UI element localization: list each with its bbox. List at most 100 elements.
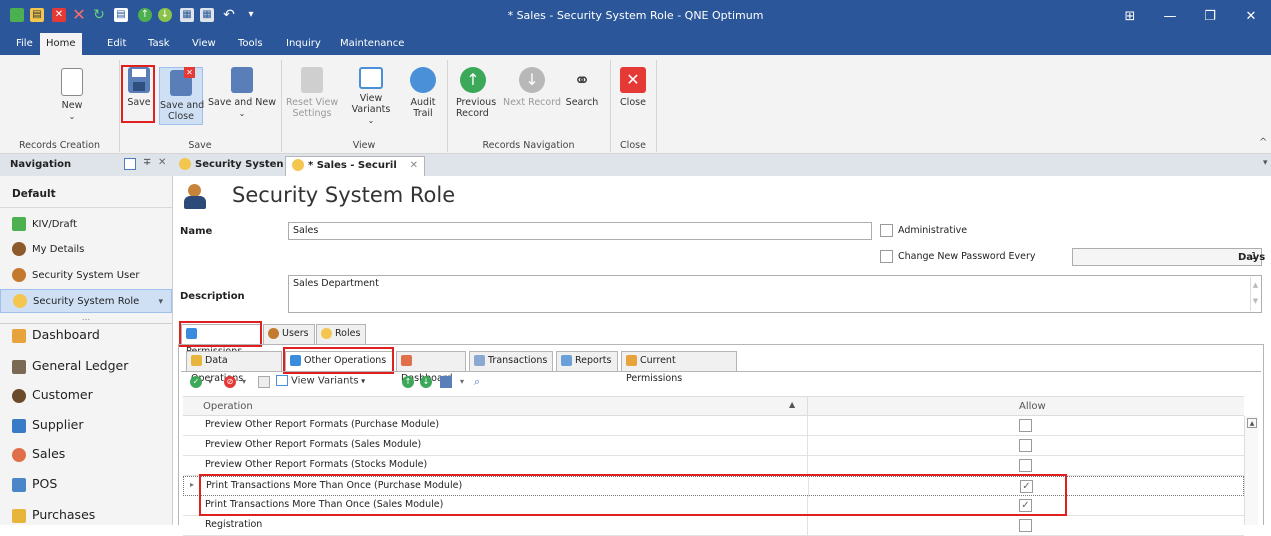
ribbon: New ⌄ Save ✕ Save and Close Save and New ⌄… <box>0 55 1271 154</box>
nav-item-label: KIV/Draft <box>32 219 77 230</box>
maximize-icon[interactable]: ❐ <box>1190 0 1230 33</box>
pin-icon[interactable]: ∓ <box>143 157 151 168</box>
audit-trail-label: Audit Trail <box>410 97 436 119</box>
window-title: * Sales - Security System Role - QNE Opt… <box>507 9 764 22</box>
tab-tools[interactable]: Tools <box>232 33 269 55</box>
deselect-dropdown-icon[interactable]: ▾ <box>242 377 246 386</box>
close-icon[interactable]: ✕ <box>1231 0 1271 33</box>
nav-item-security-system-role[interactable]: Security System Role ▾ <box>0 289 172 313</box>
change-password-checkbox[interactable] <box>880 250 893 263</box>
view-variants-button[interactable]: View Variants ⌄ <box>340 67 402 126</box>
subtab-current-permissions[interactable]: Current Permissions <box>621 351 737 384</box>
nav-module-pos[interactable]: POS <box>0 476 172 492</box>
subtab-data-operations[interactable]: Data Operations <box>186 351 282 384</box>
tab-task[interactable]: Task <box>142 33 176 55</box>
save-new-icon <box>231 67 253 93</box>
table-row[interactable]: Registration <box>183 516 1244 536</box>
nav-splitter[interactable]: ... <box>0 313 172 323</box>
role-icon <box>292 159 304 171</box>
dashboard-icon <box>401 355 412 366</box>
operation-cell: Preview Other Report Formats (Purchase M… <box>205 419 440 430</box>
menu-bar: File Home Edit Task View Tools Inquiry M… <box>0 33 1271 55</box>
tab-roles[interactable]: Roles <box>316 324 366 344</box>
nav-module-supplier[interactable]: Supplier <box>0 417 172 433</box>
operation-cell: Preview Other Report Formats (Stocks Mod… <box>205 459 428 470</box>
nav-module-general-ledger[interactable]: General Ledger <box>0 358 172 374</box>
subtab-transactions[interactable]: Transactions <box>469 351 553 371</box>
deselect-all-icon[interactable]: ⊘ <box>224 376 236 388</box>
reset-view-settings-button[interactable]: Reset View Settings <box>286 67 338 119</box>
previous-record-button[interactable]: ↑ Previous Record <box>456 67 502 119</box>
allow-checkbox[interactable] <box>1019 459 1032 472</box>
export-dropdown-icon[interactable]: ▾ <box>460 377 464 386</box>
administrative-checkbox[interactable] <box>880 224 893 237</box>
copy-icon[interactable] <box>258 376 270 388</box>
dock-icon[interactable] <box>124 158 136 170</box>
allow-checkbox[interactable] <box>1019 519 1032 532</box>
password-days-input[interactable]: 1 <box>1072 248 1262 266</box>
restore-icon[interactable]: ⊞ <box>1110 0 1150 33</box>
name-input[interactable]: Sales <box>288 222 872 240</box>
row-indicator-icon: ▸ <box>190 480 195 489</box>
tab-maintenance[interactable]: Maintenance <box>334 33 410 55</box>
view-variants-dropdown[interactable]: View Variants ▾ <box>276 375 365 391</box>
find-icon[interactable]: ⌕ <box>474 375 480 389</box>
doc-tab-security-system[interactable]: Security Systen <box>173 156 290 176</box>
days-label: Days <box>1238 252 1266 263</box>
doc-tab-sales-role[interactable]: * Sales - Securil ✕ <box>285 156 425 176</box>
module-label: POS <box>32 476 58 491</box>
subtab-dashboard[interactable]: Dashboard <box>396 351 466 384</box>
close-tab-icon[interactable]: ✕ <box>410 157 418 175</box>
tab-edit[interactable]: Edit <box>101 33 132 55</box>
customer-icon <box>12 388 26 403</box>
tab-users[interactable]: Users <box>263 324 315 344</box>
save-and-new-button[interactable]: Save and New ⌄ <box>207 67 277 119</box>
tab-file[interactable]: File <box>10 33 39 55</box>
audit-trail-icon <box>410 67 436 93</box>
audit-trail-button[interactable]: Audit Trail <box>406 67 440 119</box>
name-label: Name <box>180 226 213 237</box>
column-operation[interactable]: Operation <box>203 401 253 412</box>
nav-module-sales[interactable]: Sales <box>0 446 172 462</box>
collapse-ribbon-icon[interactable]: ^ <box>1259 137 1267 148</box>
next-record-button[interactable]: ↓ Next Record <box>502 67 562 108</box>
description-scrollbar[interactable]: ▲ ▼ <box>1250 277 1260 311</box>
subtab-reports[interactable]: Reports <box>556 351 618 371</box>
nav-module-dashboard[interactable]: Dashboard <box>0 327 172 343</box>
table-row[interactable]: Preview Other Report Formats (Sales Modu… <box>183 436 1244 456</box>
sales-icon <box>12 447 26 462</box>
select-all-icon[interactable]: ✓ <box>190 376 202 388</box>
dashboard-icon <box>12 328 26 343</box>
nav-module-customer[interactable]: Customer <box>0 387 172 403</box>
close-nav-icon[interactable]: ✕ <box>158 157 166 168</box>
new-button[interactable]: New ⌄ <box>48 68 96 122</box>
doc-tab-label: * Sales - Securil <box>308 160 397 171</box>
move-down-icon[interactable]: ↓ <box>420 376 432 388</box>
table-row[interactable]: Preview Other Report Formats (Purchase M… <box>183 416 1244 436</box>
table-row[interactable]: Preview Other Report Formats (Stocks Mod… <box>183 456 1244 476</box>
nav-module-purchases[interactable]: Purchases <box>0 507 172 523</box>
grid-scrollbar[interactable]: ▲ <box>1244 416 1258 525</box>
column-allow[interactable]: Allow <box>1019 401 1046 412</box>
allow-checkbox[interactable] <box>1019 419 1032 432</box>
save-and-close-button[interactable]: ✕ Save and Close <box>159 67 204 125</box>
nav-item-my-details[interactable]: My Details <box>0 242 172 256</box>
close-button[interactable]: ✕ Close <box>615 67 651 108</box>
tab-view[interactable]: View <box>186 33 222 55</box>
export-icon[interactable] <box>440 376 452 388</box>
nav-item-kiv-draft[interactable]: KIV/Draft <box>0 217 172 231</box>
module-label: Dashboard <box>32 327 100 342</box>
select-all-dropdown-icon[interactable]: ▾ <box>208 377 212 386</box>
description-textarea[interactable]: Sales Department <box>288 275 1262 313</box>
allow-checkbox[interactable] <box>1019 439 1032 452</box>
tab-home[interactable]: Home <box>40 33 82 55</box>
minimize-icon[interactable]: — <box>1150 0 1190 33</box>
group-records-navigation: Records Navigation <box>482 140 575 151</box>
nav-item-security-system-user[interactable]: Security System User <box>0 268 172 282</box>
data-operations-icon <box>191 355 202 366</box>
chevron-down-icon[interactable]: ▾ <box>158 290 163 314</box>
search-button[interactable]: ⚭ Search <box>564 67 600 108</box>
move-up-icon[interactable]: ↑ <box>402 376 414 388</box>
tab-inquiry[interactable]: Inquiry <box>280 33 327 55</box>
tab-dropdown-icon[interactable]: ▾ <box>1263 158 1268 168</box>
